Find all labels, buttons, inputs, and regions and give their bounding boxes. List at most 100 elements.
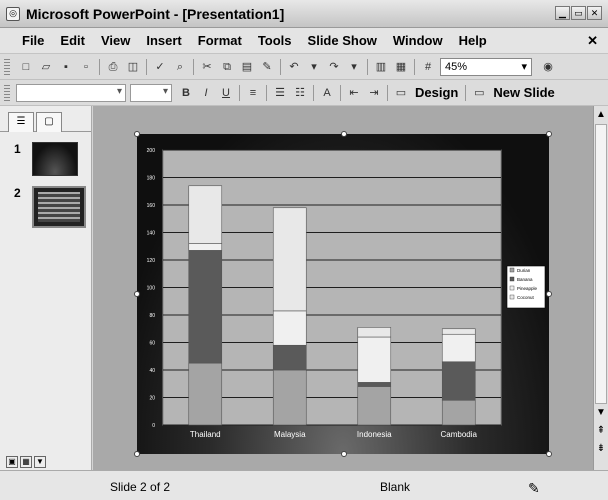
selection-handle[interactable] [134,131,140,137]
selection-handle[interactable] [134,451,140,457]
selection-handle[interactable] [341,131,347,137]
bar-segment [441,399,476,426]
design-button[interactable]: Design [415,85,458,100]
outline-tab[interactable]: ☰ [8,112,34,132]
menu-bar: File Edit View Insert Format Tools Slide… [0,28,608,54]
normal-view-icon[interactable]: ▣ [6,456,18,468]
menu-format[interactable]: Format [190,33,250,48]
menu-view[interactable]: View [93,33,138,48]
y-tick-label: 20 [149,396,155,402]
bar-segment [441,328,476,335]
vertical-scrollbar[interactable]: ▲ ▼ ⇞ ⇟ [593,106,608,470]
insert-table-icon[interactable]: ▦ [393,59,409,75]
slide-number: 1 [14,142,21,156]
legend-swatch [509,285,515,291]
slide-show-icon[interactable]: ▼ [34,456,46,468]
format-painter-icon[interactable]: ✎ [259,59,275,75]
increase-indent-icon[interactable]: ⇥ [366,85,382,101]
redo-icon[interactable]: ↷ [326,59,342,75]
selection-handle[interactable] [546,131,552,137]
zoom-select[interactable]: 45% ▾ [440,57,532,76]
new-icon[interactable]: □ [18,59,34,75]
font-size-select[interactable] [130,83,172,102]
insert-chart-icon[interactable]: ▥ [373,59,389,75]
grid-icon[interactable]: # [420,59,436,75]
toolbar-grip[interactable] [4,84,10,101]
italic-icon[interactable]: I [198,85,214,101]
design-template-name: Blank [380,480,411,494]
selection-handle[interactable] [134,291,140,297]
scroll-thumb[interactable] [595,124,607,404]
y-tick-label: 40 [149,368,155,374]
y-tick-label: 120 [147,258,156,264]
new-slide-button[interactable]: New Slide [493,85,554,100]
bar-segment [272,207,307,312]
menu-file[interactable]: File [0,33,52,48]
permission-icon[interactable]: ▫ [78,59,94,75]
selection-handle[interactable] [546,291,552,297]
design-icon[interactable]: ▭ [393,85,409,101]
y-tick-label: 160 [147,203,156,209]
increase-font-icon[interactable]: A [319,85,335,101]
menu-help[interactable]: Help [451,33,495,48]
menu-window[interactable]: Window [385,33,451,48]
menu-insert[interactable]: Insert [138,33,189,48]
y-tick-label: 0 [152,423,155,429]
slide-thumbnail-2[interactable]: 2 [14,186,86,228]
print-icon[interactable]: ⎙ [105,59,121,75]
stacked-bar-chart[interactable]: 0 20 40 60 80 100 120 140 160 180 200 Thailand Malay… [137,134,549,454]
save-icon[interactable]: ▪ [58,59,74,75]
legend-label: Coconut [517,295,535,300]
bar-segment [357,382,392,387]
restore-button[interactable]: ▭ [571,6,586,20]
powerpoint-icon[interactable]: ◎ [6,6,20,21]
redo-dropdown-icon[interactable]: ▾ [346,59,362,75]
close-button[interactable]: ✕ [587,6,602,20]
y-tick-label: 60 [149,341,155,347]
undo-icon[interactable]: ↶ [286,59,302,75]
new-slide-icon[interactable]: ▭ [471,85,487,101]
menu-tools[interactable]: Tools [250,33,300,48]
bar-segment [357,327,392,338]
underline-icon[interactable]: U [218,85,234,101]
bullets-icon[interactable]: ☷ [292,85,308,101]
bar-segment [188,250,223,364]
toolbar-grip[interactable] [4,58,10,75]
slide-info: Slide 2 of 2 [110,480,171,494]
slide[interactable]: 0 20 40 60 80 100 120 140 160 180 200 Thailand Malay… [137,134,549,454]
font-name-select[interactable] [16,83,126,102]
bar-segment [441,333,476,363]
selection-handle[interactable] [341,451,347,457]
document-close-icon[interactable]: ✕ [587,33,598,49]
spelling-status-icon[interactable]: ✎ [528,480,540,497]
bar-segment [441,361,476,401]
align-icon[interactable]: ≡ [245,85,261,101]
paste-icon[interactable]: ▤ [239,59,255,75]
help-icon[interactable]: ◉ [540,59,556,75]
minimize-button[interactable]: ▁ [555,6,570,20]
open-icon[interactable]: ▱ [38,59,54,75]
menu-edit[interactable]: Edit [52,33,93,48]
previous-slide-icon[interactable]: ⇞ [595,424,607,438]
spelling-icon[interactable]: ✓ [152,59,168,75]
cut-icon[interactable]: ✂ [199,59,215,75]
scroll-up-icon[interactable]: ▲ [595,108,607,122]
slide-sorter-icon[interactable]: ▦ [20,456,32,468]
bar-segment [188,243,223,251]
research-icon[interactable]: ⌕ [172,59,188,75]
x-tick-label: Cambodia [441,430,478,439]
copy-icon[interactable]: ⧉ [219,59,235,75]
legend-label: Durian [517,268,531,273]
bar-segment [272,369,307,426]
print-preview-icon[interactable]: ◫ [125,59,141,75]
slides-tab[interactable]: ▢ [36,112,62,132]
menu-slide-show[interactable]: Slide Show [300,33,385,48]
selection-handle[interactable] [546,451,552,457]
undo-dropdown-icon[interactable]: ▾ [306,59,322,75]
scroll-down-icon[interactable]: ▼ [595,406,607,420]
next-slide-icon[interactable]: ⇟ [595,442,607,456]
decrease-indent-icon[interactable]: ⇤ [346,85,362,101]
numbering-icon[interactable]: ☰ [272,85,288,101]
bold-icon[interactable]: B [178,85,194,101]
slide-thumbnail-1[interactable]: 1 [14,142,78,176]
